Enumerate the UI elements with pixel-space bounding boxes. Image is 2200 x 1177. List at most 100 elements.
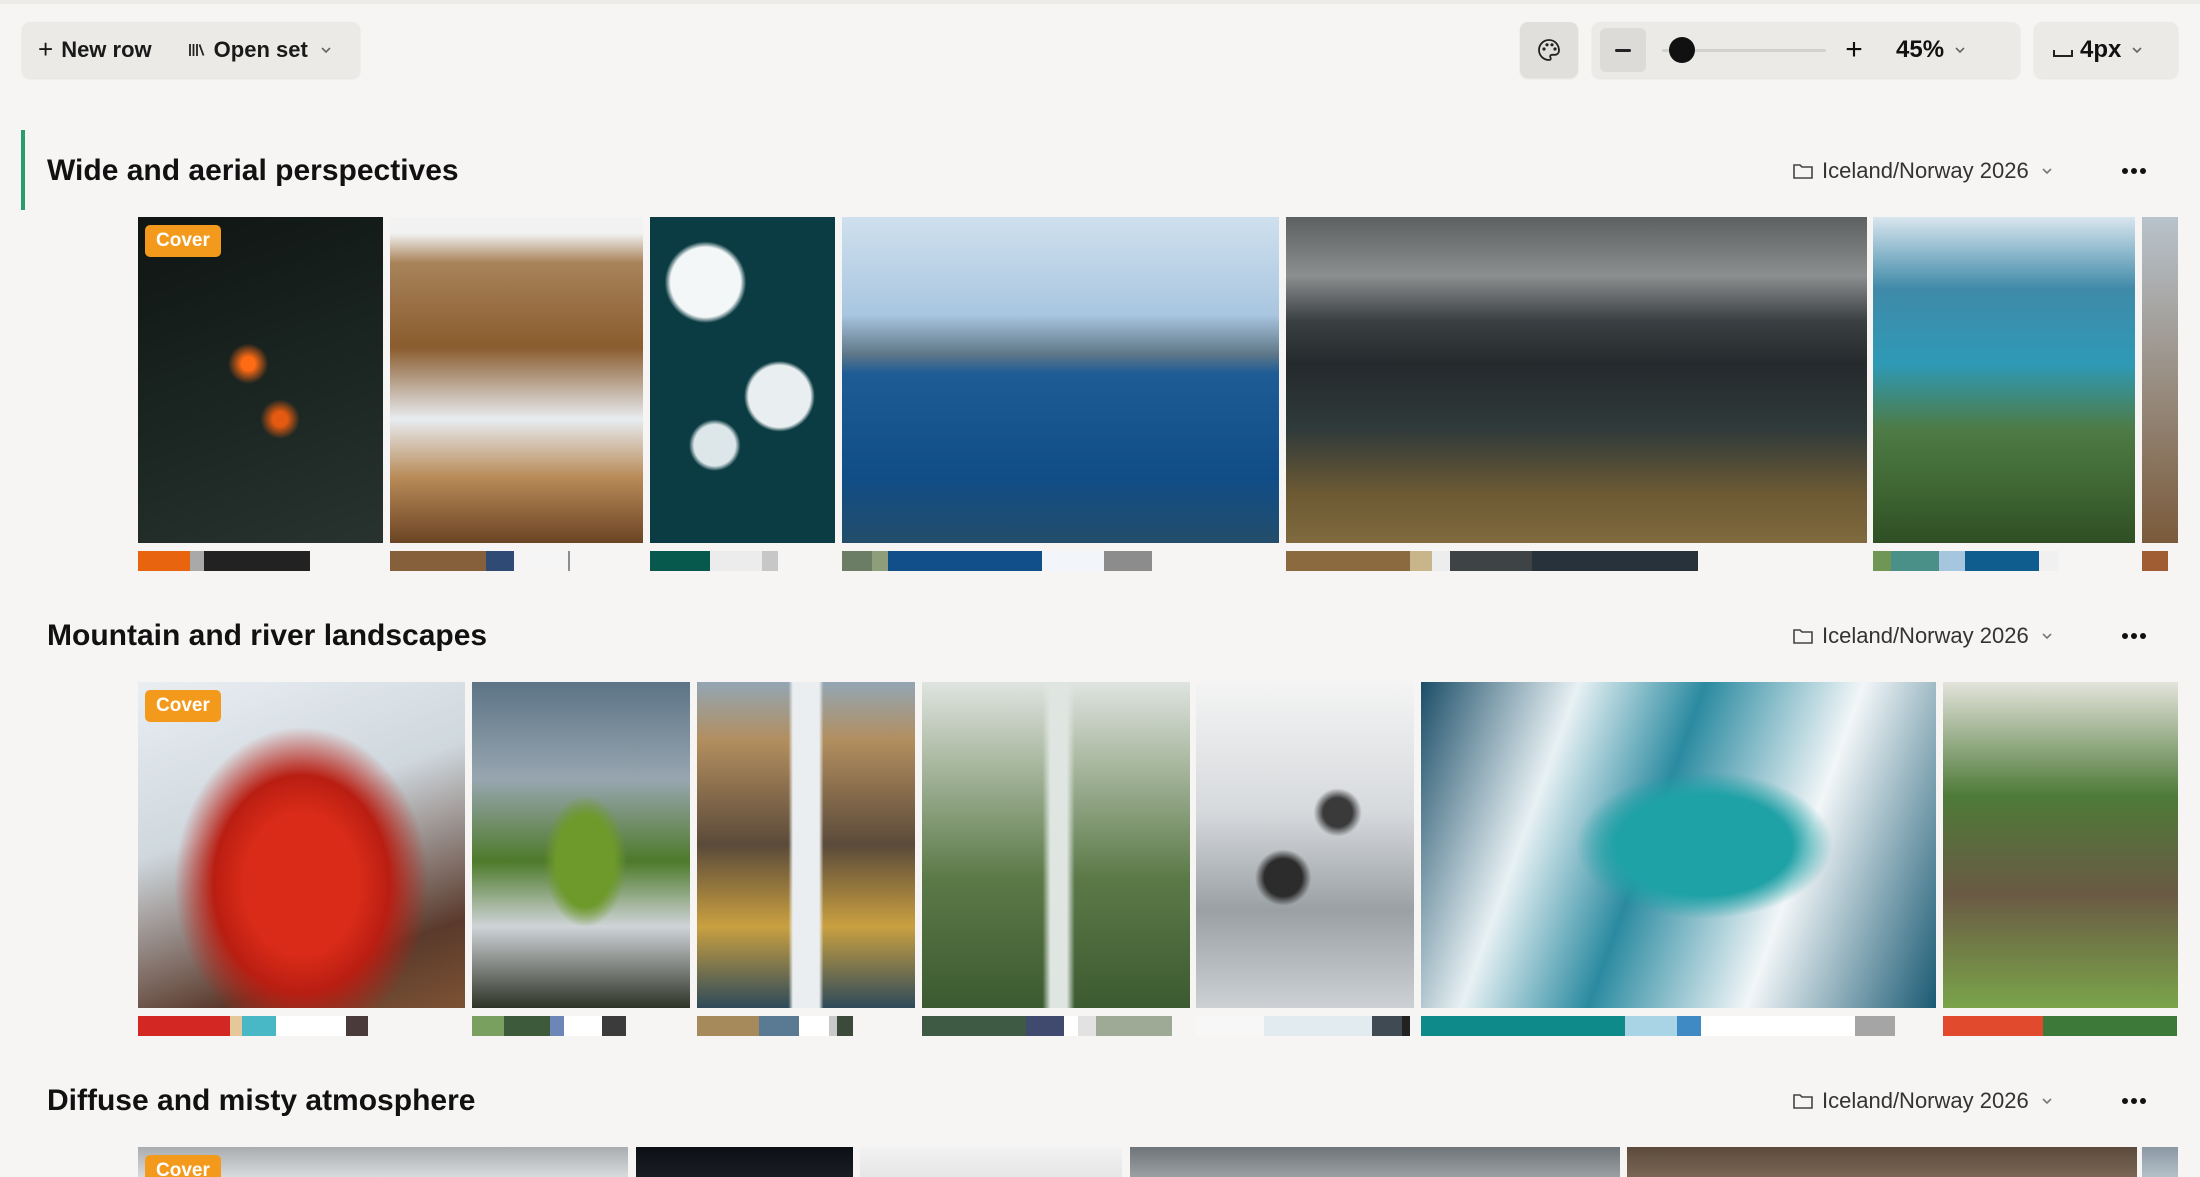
color-swatch[interactable]: [1873, 551, 1891, 571]
color-swatch[interactable]: [1042, 551, 1104, 571]
zoom-in-button[interactable]: +: [1834, 28, 1874, 72]
color-swatch[interactable]: [564, 1016, 602, 1036]
photo-tile[interactable]: [1873, 217, 2135, 543]
color-swatch[interactable]: [1026, 1016, 1064, 1036]
photo-tile[interactable]: [472, 682, 690, 1008]
color-swatch[interactable]: [1096, 1016, 1172, 1036]
photo-tile[interactable]: [922, 682, 1190, 1008]
color-swatch[interactable]: [1421, 1016, 1625, 1036]
folder-dropdown[interactable]: Iceland/Norway 2026: [1792, 158, 2053, 184]
row-more-button[interactable]: [2114, 621, 2154, 651]
color-swatch[interactable]: [472, 1016, 504, 1036]
photo-tile[interactable]: [1130, 1147, 1620, 1177]
color-swatch[interactable]: [710, 551, 762, 571]
row-more-button[interactable]: [2114, 156, 2154, 186]
photo-tile[interactable]: [390, 217, 643, 543]
color-swatch[interactable]: [1064, 1016, 1078, 1036]
photo-tile[interactable]: Cover: [138, 217, 383, 543]
color-swatch[interactable]: [602, 1016, 626, 1036]
zoom-level-label: 45%: [1896, 36, 1945, 63]
color-swatch[interactable]: [514, 551, 568, 571]
color-swatch[interactable]: [138, 551, 190, 571]
row-title[interactable]: Diffuse and misty atmosphere: [47, 1084, 475, 1118]
color-swatch[interactable]: [1372, 1016, 1402, 1036]
color-swatch[interactable]: [1432, 551, 1450, 571]
photo-tile[interactable]: [2142, 217, 2178, 543]
zoom-level-dropdown[interactable]: 45%: [1896, 36, 1966, 64]
color-swatch[interactable]: [888, 551, 1042, 571]
photo-tile[interactable]: [1286, 217, 1867, 543]
new-row-button[interactable]: + New row: [38, 36, 152, 63]
color-swatch[interactable]: [1939, 551, 1965, 571]
color-swatch[interactable]: [190, 551, 204, 571]
color-swatch[interactable]: [1943, 1016, 2043, 1036]
color-swatch[interactable]: [842, 551, 872, 571]
color-swatch[interactable]: [1286, 551, 1410, 571]
color-swatch[interactable]: [550, 1016, 564, 1036]
open-set-button[interactable]: Open set: [188, 37, 332, 63]
color-swatch[interactable]: [1410, 551, 1432, 571]
color-swatch[interactable]: [138, 1016, 230, 1036]
color-swatch[interactable]: [2039, 551, 2059, 571]
row-title[interactable]: Mountain and river landscapes: [47, 619, 487, 653]
color-swatch[interactable]: [390, 551, 486, 571]
color-swatch[interactable]: [1855, 1016, 1895, 1036]
color-swatch[interactable]: [922, 1016, 1026, 1036]
color-swatch[interactable]: [1402, 1016, 1410, 1036]
photo-tile[interactable]: Cover: [138, 682, 465, 1008]
photo-tile[interactable]: [1627, 1147, 2137, 1177]
color-swatch[interactable]: [1264, 1016, 1372, 1036]
color-swatch[interactable]: [2043, 1016, 2177, 1036]
gap-size-dropdown[interactable]: 4px: [2034, 22, 2178, 78]
color-swatch[interactable]: [1701, 1016, 1855, 1036]
row-title[interactable]: Wide and aerial perspectives: [47, 154, 459, 188]
color-swatch[interactable]: [568, 551, 570, 571]
color-swatch[interactable]: [1196, 1016, 1264, 1036]
photo-tile[interactable]: [1421, 682, 1936, 1008]
color-swatch[interactable]: [242, 1016, 276, 1036]
photo-tile[interactable]: [636, 1147, 853, 1177]
photo-tile[interactable]: [1943, 682, 2178, 1008]
color-swatch[interactable]: [1532, 551, 1698, 571]
photo-tile[interactable]: [650, 217, 835, 543]
photo-tile[interactable]: [1196, 682, 1414, 1008]
photo-tile[interactable]: Cover: [138, 1147, 628, 1177]
folder-dropdown[interactable]: Iceland/Norway 2026: [1792, 623, 2053, 649]
zoom-slider[interactable]: [1656, 28, 1826, 72]
zoom-slider-thumb[interactable]: [1668, 37, 1695, 63]
color-swatch[interactable]: [346, 1016, 368, 1036]
color-swatch[interactable]: [799, 1016, 829, 1036]
color-swatch[interactable]: [1625, 1016, 1677, 1036]
color-swatch[interactable]: [1104, 551, 1152, 571]
color-swatch[interactable]: [2142, 551, 2168, 571]
color-swatch[interactable]: [1677, 1016, 1701, 1036]
photo-tile[interactable]: [697, 682, 915, 1008]
photo-tile[interactable]: [860, 1147, 1122, 1177]
folder-icon: [1793, 164, 1813, 179]
color-swatch[interactable]: [504, 1016, 550, 1036]
zoom-out-button[interactable]: [1600, 28, 1646, 72]
color-swatch[interactable]: [1965, 551, 2039, 571]
chevron-down-icon: [2042, 168, 2052, 175]
library-icon: [188, 44, 205, 56]
color-swatch[interactable]: [1450, 551, 1532, 571]
cover-badge: Cover: [145, 1155, 221, 1177]
color-swatch[interactable]: [829, 1016, 837, 1036]
photo-tile[interactable]: [2142, 1147, 2178, 1177]
color-swatch[interactable]: [872, 551, 888, 571]
color-palette-toggle[interactable]: [1520, 22, 1578, 78]
row-more-button[interactable]: [2114, 1086, 2154, 1116]
color-swatch[interactable]: [230, 1016, 242, 1036]
color-swatch[interactable]: [697, 1016, 759, 1036]
color-swatch[interactable]: [204, 551, 310, 571]
color-swatch[interactable]: [759, 1016, 799, 1036]
photo-tile[interactable]: [842, 217, 1279, 543]
color-swatch[interactable]: [837, 1016, 853, 1036]
color-swatch[interactable]: [486, 551, 514, 571]
color-swatch[interactable]: [276, 1016, 346, 1036]
color-swatch[interactable]: [1078, 1016, 1096, 1036]
color-swatch[interactable]: [1891, 551, 1939, 571]
color-swatch[interactable]: [762, 551, 778, 571]
color-swatch[interactable]: [650, 551, 710, 571]
folder-dropdown[interactable]: Iceland/Norway 2026: [1792, 1088, 2053, 1114]
